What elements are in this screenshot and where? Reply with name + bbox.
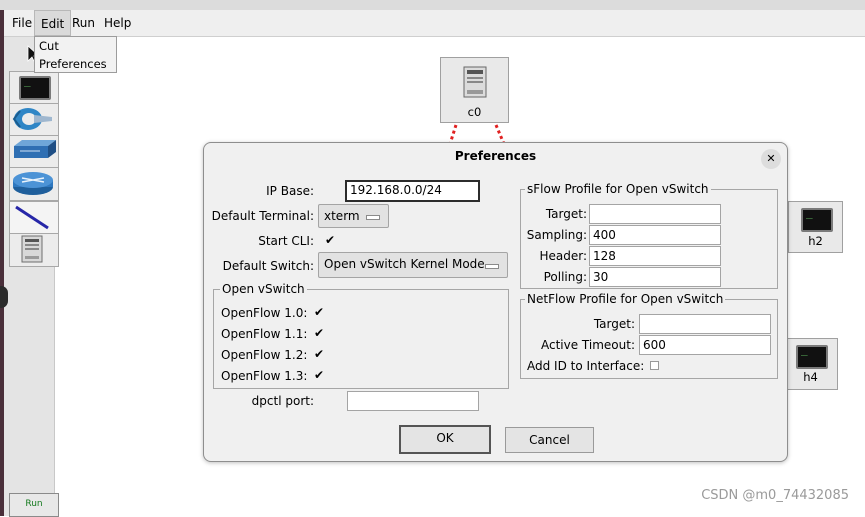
menu-run[interactable]: Run xyxy=(66,10,101,36)
openflow-11-checkbox[interactable]: ✔ xyxy=(314,326,324,340)
menu-help[interactable]: Help xyxy=(98,10,137,36)
default-switch-label: Default Switch: xyxy=(222,259,314,273)
host-tool[interactable] xyxy=(9,71,59,105)
host-icon xyxy=(801,206,833,232)
sflow-header-label: Header: xyxy=(539,249,587,263)
default-terminal-value: xterm xyxy=(324,209,360,223)
controller-label: c0 xyxy=(467,105,482,119)
openflow-12-checkbox[interactable]: ✔ xyxy=(314,347,324,361)
dpctl-port-input[interactable] xyxy=(347,391,479,411)
openflow-13-label: OpenFlow 1.3: xyxy=(221,369,308,383)
host-label-h4: h4 xyxy=(803,370,818,384)
host-label-h2: h2 xyxy=(808,234,823,248)
controller-icon xyxy=(21,235,43,263)
default-switch-select[interactable]: Open vSwitch Kernel Mode xyxy=(318,252,508,278)
menubar: File Edit Run Help xyxy=(4,10,865,37)
openflow-10-checkbox[interactable]: ✔ xyxy=(314,305,324,319)
netflow-group: NetFlow Profile for Open vSwitch Target:… xyxy=(520,292,778,379)
close-icon[interactable]: ✕ xyxy=(761,149,781,169)
switch-tool[interactable] xyxy=(9,103,59,137)
host-icon xyxy=(796,343,828,369)
netflow-group-title: NetFlow Profile for Open vSwitch xyxy=(525,292,726,306)
start-cli-label: Start CLI: xyxy=(258,234,314,248)
dpctl-port-label: dpctl port: xyxy=(251,394,314,408)
openflow-10-label: OpenFlow 1.0: xyxy=(221,306,308,320)
tool-palette: Run xyxy=(4,37,59,517)
desktop-dock-knob xyxy=(0,286,8,308)
host-icon xyxy=(19,74,51,100)
active-timeout-input[interactable]: 600 xyxy=(639,335,771,355)
sflow-header-input[interactable]: 128 xyxy=(589,246,721,266)
netflow-target-input[interactable] xyxy=(639,314,771,334)
openvswitch-group: Open vSwitch OpenFlow 1.0: ✔ OpenFlow 1.… xyxy=(213,282,509,389)
sflow-group: sFlow Profile for Open vSwitch Target: S… xyxy=(520,182,778,289)
openflow-11-label: OpenFlow 1.1: xyxy=(221,327,308,341)
add-id-checkbox[interactable] xyxy=(650,361,659,370)
openflow-13-checkbox[interactable]: ✔ xyxy=(314,368,324,382)
openflow-12-label: OpenFlow 1.2: xyxy=(221,348,308,362)
switch-icon xyxy=(12,108,52,130)
sflow-polling-input[interactable]: 30 xyxy=(589,267,721,287)
legacy-switch-tool[interactable] xyxy=(9,135,59,169)
host-node-h4[interactable]: h4 xyxy=(783,338,838,390)
sflow-target-label: Target: xyxy=(545,207,587,221)
host-node-h2[interactable]: h2 xyxy=(788,201,843,253)
dropdown-indicator-icon xyxy=(485,264,499,269)
netflow-target-label: Target: xyxy=(593,317,635,331)
legacy-router-tool[interactable] xyxy=(9,167,59,201)
start-cli-checkbox[interactable]: ✔ xyxy=(325,233,335,247)
default-switch-value: Open vSwitch Kernel Mode xyxy=(324,257,485,271)
ip-base-input[interactable]: 192.168.0.0/24 xyxy=(345,180,480,202)
legacy-router-icon xyxy=(13,172,53,195)
sflow-sampling-label: Sampling: xyxy=(526,228,587,242)
add-id-label: Add ID to Interface: xyxy=(527,359,645,373)
netlink-tool[interactable] xyxy=(9,201,59,235)
openvswitch-group-title: Open vSwitch xyxy=(220,282,307,296)
menu-item-cut[interactable]: Cut xyxy=(39,39,59,53)
menu-item-preferences[interactable]: Preferences xyxy=(39,57,107,71)
dropdown-indicator-icon xyxy=(366,215,380,220)
run-button[interactable]: Run xyxy=(9,493,59,517)
sflow-target-input[interactable] xyxy=(589,204,721,224)
sflow-sampling-input[interactable]: 400 xyxy=(589,225,721,245)
sflow-group-title: sFlow Profile for Open vSwitch xyxy=(525,182,711,196)
controller-node[interactable]: c0 xyxy=(440,57,509,123)
dialog-title: Preferences xyxy=(454,149,537,163)
controller-icon xyxy=(463,66,487,98)
default-terminal-select[interactable]: xterm xyxy=(318,204,389,228)
ok-button[interactable]: OK xyxy=(399,425,491,454)
active-timeout-label: Active Timeout: xyxy=(541,338,635,352)
ip-base-label: IP Base: xyxy=(266,184,314,198)
legacy-switch-icon xyxy=(14,140,56,158)
preferences-dialog: Preferences ✕ IP Base: 192.168.0.0/24 De… xyxy=(203,142,788,462)
cancel-button[interactable]: Cancel xyxy=(505,427,594,453)
window-top-strip xyxy=(0,0,865,10)
edit-dropdown-menu: Cut Preferences xyxy=(34,36,117,73)
sflow-polling-label: Polling: xyxy=(543,270,587,284)
watermark: CSDN @m0_74432085 xyxy=(701,488,849,503)
link-line-icon xyxy=(15,205,49,230)
default-terminal-label: Default Terminal: xyxy=(211,209,314,223)
controller-tool[interactable] xyxy=(9,233,59,267)
